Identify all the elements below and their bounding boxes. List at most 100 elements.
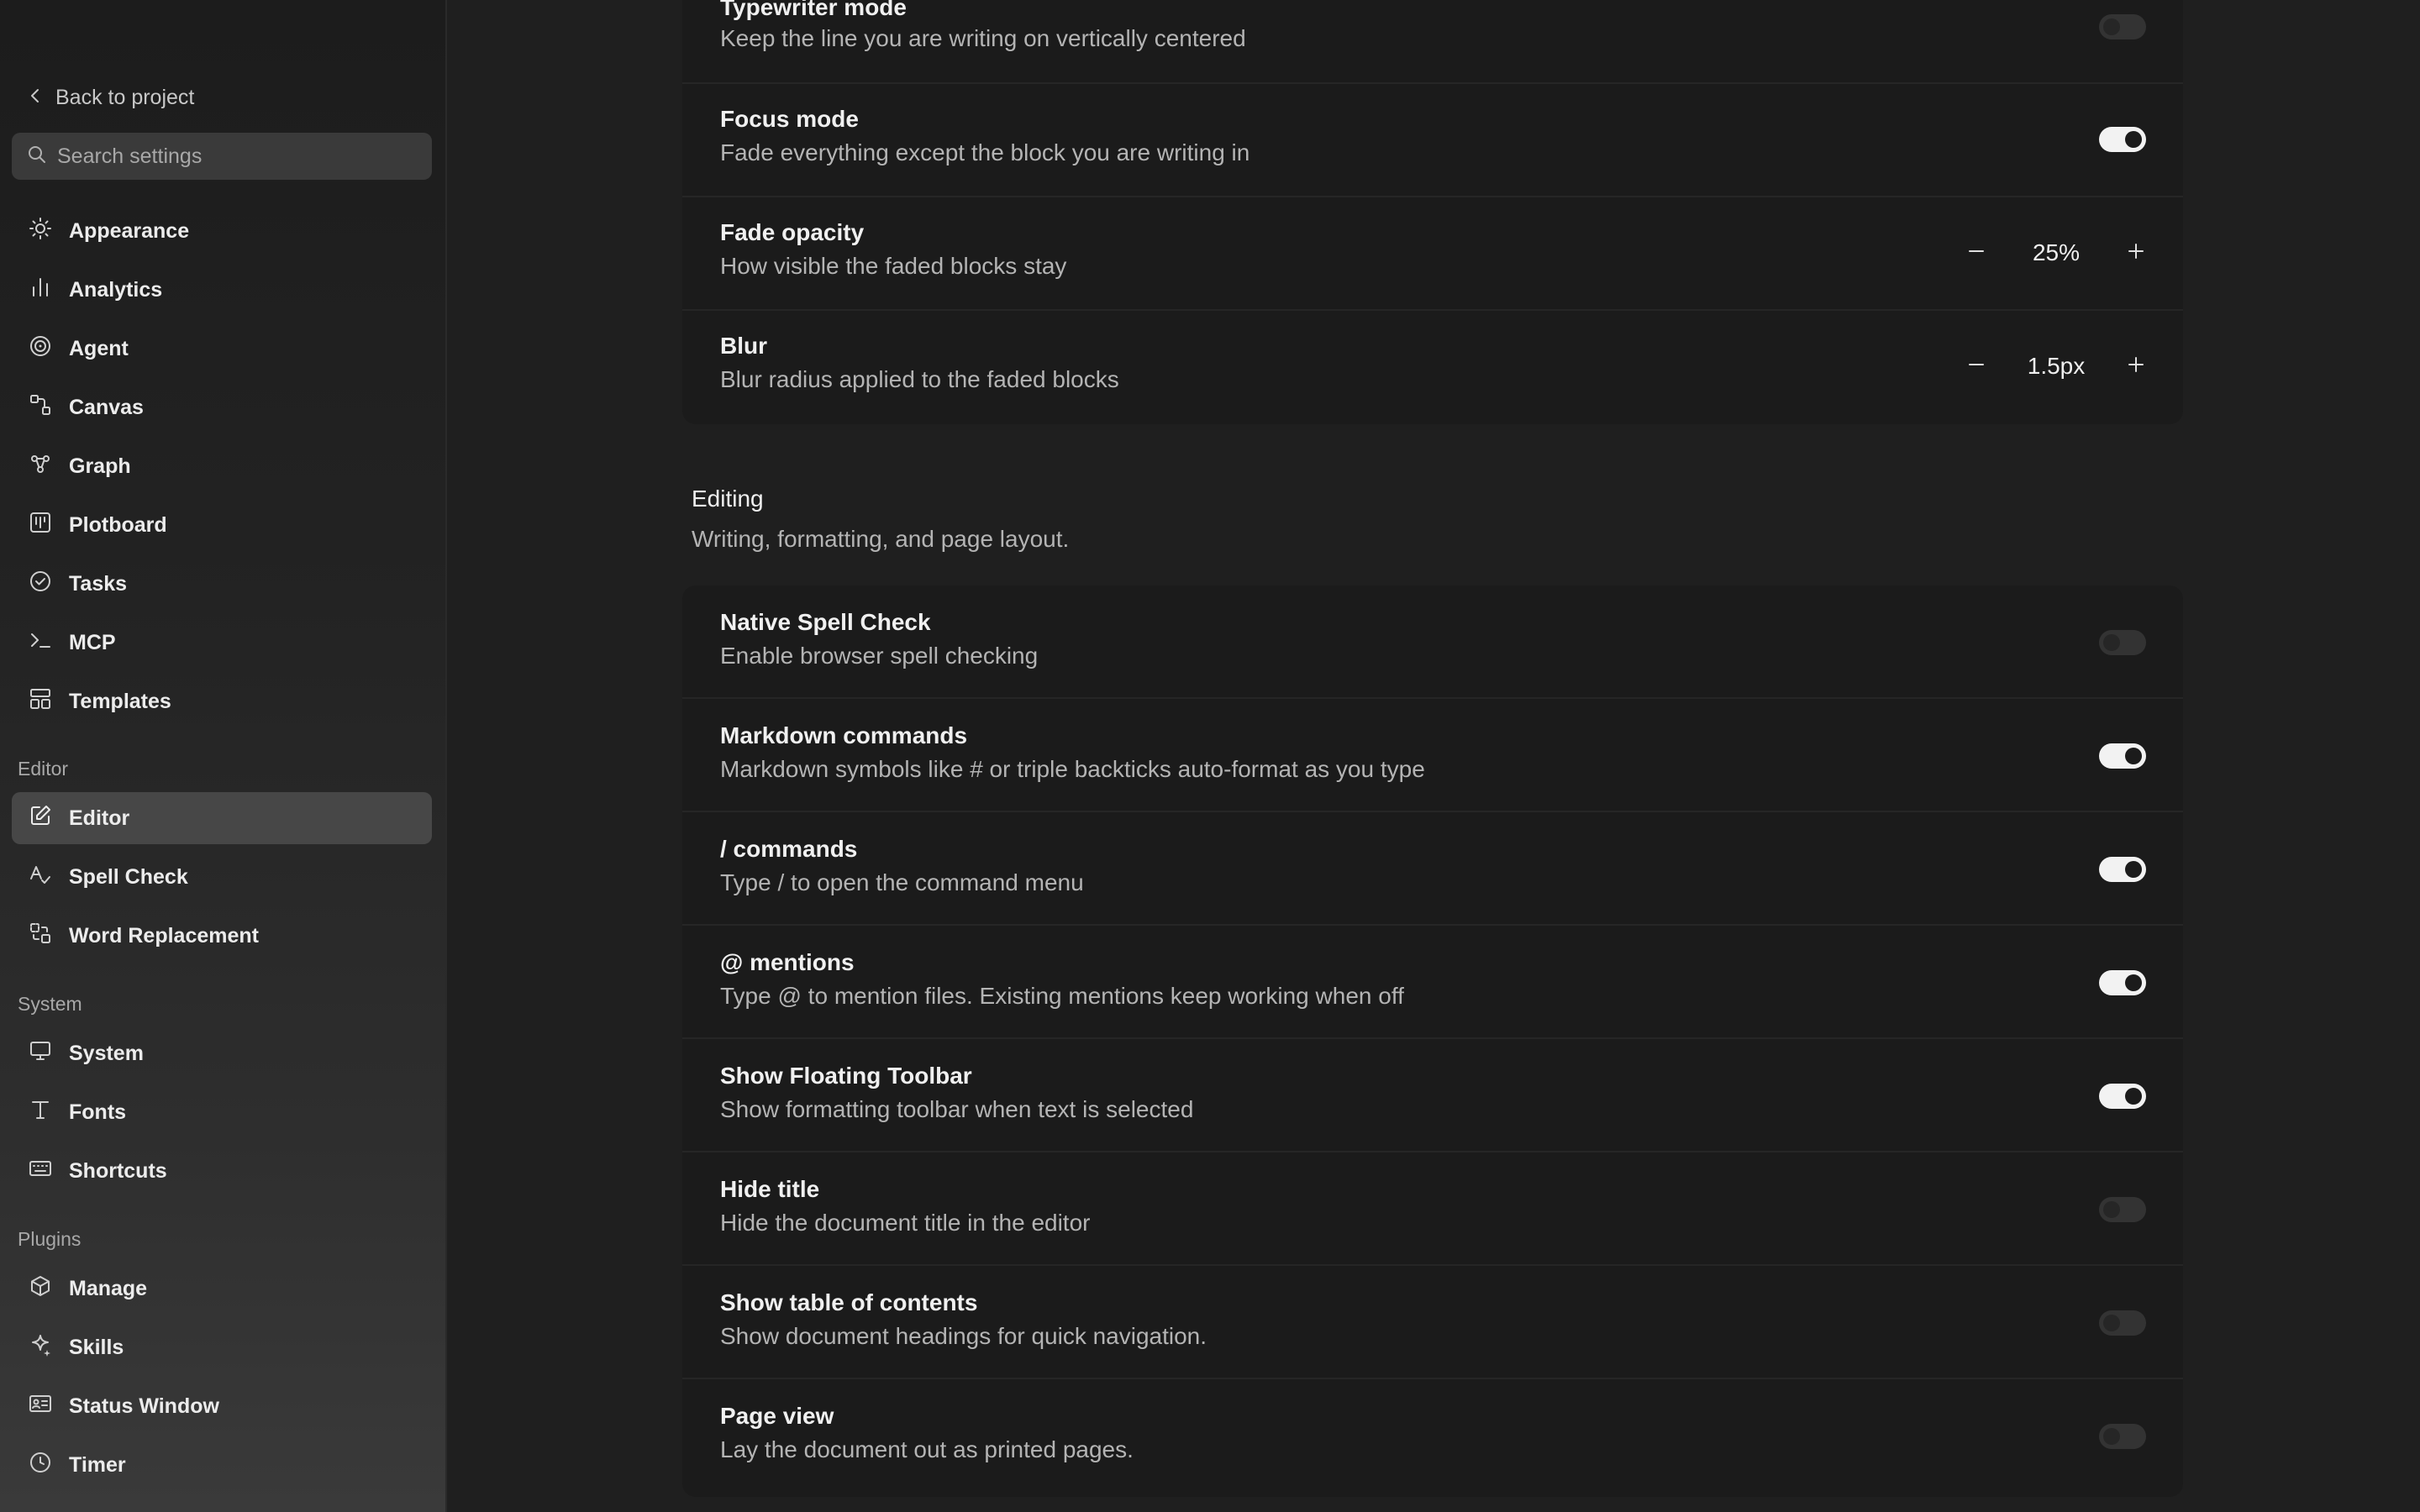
setting-row-hide-title: Hide title Hide the document title in th… [682,1152,2183,1266]
sidebar-item-word-replacement[interactable]: Word Replacement [12,910,432,962]
edit-icon [29,804,52,833]
setting-title: Show table of contents [720,1289,978,1315]
setting-title: Native Spell Check [720,609,931,635]
setting-description: Hide the document title in the editor [720,1210,1091,1236]
bar-chart-icon [29,276,52,305]
floating-toolbar-toggle[interactable] [2099,1084,2146,1109]
spiral-icon [29,334,52,364]
sidebar-item-label: Canvas [69,395,144,419]
hide-title-toggle[interactable] [2099,1197,2146,1222]
id-card-icon [29,1392,52,1421]
search-settings-input[interactable] [57,144,410,169]
blur-value: 1.5px [2027,353,2086,379]
section-label-editor: Editor [18,758,69,780]
sidebar-item-mcp[interactable]: MCP [12,617,432,669]
keyboard-icon [29,1157,52,1186]
setting-title: Hide title [720,1176,820,1202]
sidebar-item-label: Manage [69,1276,148,1300]
setting-title: Blur [720,333,767,359]
setting-row-table-of-contents: Show table of contents Show document hea… [682,1266,2183,1379]
setting-description: Show formatting toolbar when text is sel… [720,1096,1194,1122]
sidebar-item-spell-check[interactable]: Spell Check [12,851,432,903]
back-to-project-link[interactable]: Back to project [27,81,194,114]
sidebar-item-appearance[interactable]: Appearance [12,205,432,257]
setting-description: How visible the faded blocks stay [720,253,1067,279]
setting-description: Markdown symbols like # or triple backti… [720,756,1425,782]
plus-icon [2126,241,2146,265]
sidebar-item-label: Plotboard [69,512,167,537]
settings-sidebar: Back to project Appearance Analytics Age… [0,0,447,1512]
page-view-toggle[interactable] [2099,1424,2146,1449]
sidebar-item-label: Fonts [69,1100,127,1124]
sidebar-item-label: Templates [69,689,171,713]
sidebar-item-manage[interactable]: Manage [12,1263,432,1315]
setting-description: Lay the document out as printed pages. [720,1436,1134,1462]
editing-section-description: Writing, formatting, and page layout. [692,526,1070,552]
focus-mode-toggle[interactable] [2099,127,2146,152]
setting-description: Type @ to mention files. Existing mentio… [720,983,1404,1009]
sidebar-item-label: Graph [69,454,131,478]
package-icon [29,1274,52,1304]
setting-row-native-spell-check: Native Spell Check Enable browser spell … [682,585,2183,699]
search-icon [27,144,47,169]
sidebar-item-system[interactable]: System [12,1027,432,1079]
setting-description: Enable browser spell checking [720,643,1039,669]
sidebar-item-analytics[interactable]: Analytics [12,264,432,316]
setting-description: Keep the line you are writing on vertica… [720,25,1246,51]
sidebar-item-editor[interactable]: Editor [12,792,432,844]
sidebar-item-skills[interactable]: Skills [12,1321,432,1373]
sidebar-item-status-window[interactable]: Status Window [12,1380,432,1432]
setting-row-markdown-commands: Markdown commands Markdown symbols like … [682,699,2183,812]
sidebar-item-label: Agent [69,336,129,360]
sidebar-item-timer[interactable]: Timer [12,1439,432,1491]
sidebar-item-label: Word Replacement [69,923,259,948]
sparkle-icon [29,1333,52,1362]
fade-opacity-value: 25% [2032,239,2081,265]
section-label-plugins: Plugins [18,1228,82,1250]
search-settings-box[interactable] [12,133,432,180]
sidebar-item-shortcuts[interactable]: Shortcuts [12,1145,432,1197]
native-spell-check-toggle[interactable] [2099,630,2146,655]
fade-opacity-decrement-button[interactable] [1960,236,1993,270]
sidebar-item-tasks[interactable]: Tasks [12,558,432,610]
blur-decrement-button[interactable] [1960,349,1993,383]
slash-commands-toggle[interactable] [2099,857,2146,882]
sidebar-item-label: Tasks [69,571,128,596]
setting-description: Blur radius applied to the faded blocks [720,366,1119,392]
setting-title: Show Floating Toolbar [720,1063,972,1089]
blur-stepper[interactable]: 1.5px [1960,349,2153,383]
sidebar-item-fonts[interactable]: Fonts [12,1086,432,1138]
check-circle-icon [29,570,52,599]
back-link-label: Back to project [55,85,195,109]
typewriter-mode-toggle[interactable] [2099,14,2146,39]
replace-icon [29,921,52,951]
sidebar-item-label: Editor [69,806,130,830]
sidebar-item-label: Status Window [69,1394,219,1418]
sidebar-item-templates[interactable]: Templates [12,675,432,727]
sidebar-item-canvas[interactable]: Canvas [12,381,432,433]
plus-icon [2126,354,2146,379]
setting-description: Type / to open the command menu [720,869,1084,895]
table-of-contents-toggle[interactable] [2099,1310,2146,1336]
sidebar-item-graph[interactable]: Graph [12,440,432,492]
type-icon [29,1098,52,1127]
sun-icon [29,217,52,246]
blur-increment-button[interactable] [2119,349,2153,383]
setting-title: Fade opacity [720,219,865,245]
setting-title: Page view [720,1403,834,1429]
editing-section-title: Editing [692,486,764,512]
sidebar-item-plotboard[interactable]: Plotboard [12,499,432,551]
sidebar-item-label: Skills [69,1335,124,1359]
setting-description: Fade everything except the block you are… [720,139,1250,165]
sidebar-item-agent[interactable]: Agent [12,323,432,375]
section-label-system: System [18,993,82,1015]
sidebar-item-label: Spell Check [69,864,188,889]
markdown-commands-toggle[interactable] [2099,743,2146,769]
spell-check-icon [29,863,52,892]
setting-title: Markdown commands [720,722,968,748]
mentions-toggle[interactable] [2099,970,2146,995]
setting-description: Show document headings for quick navigat… [720,1323,1207,1349]
fade-opacity-stepper[interactable]: 25% [1960,236,2153,270]
fade-opacity-increment-button[interactable] [2119,236,2153,270]
sidebar-item-label: System [69,1041,144,1065]
